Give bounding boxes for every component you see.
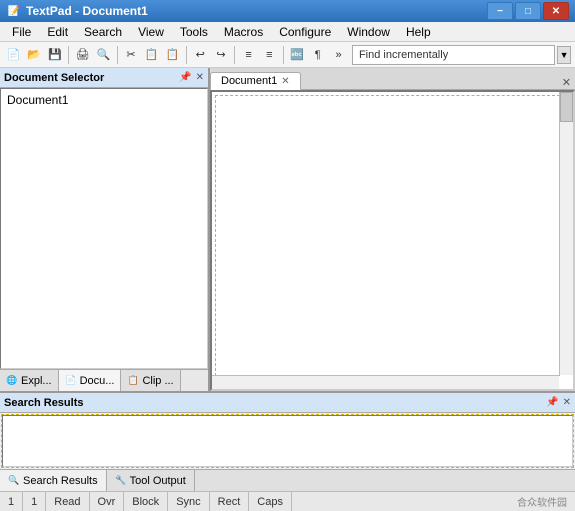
sep2 [117, 46, 118, 64]
doc-tab-label: Document1 [221, 75, 277, 87]
status-caps: Caps [249, 492, 292, 511]
status-rect: Rect [210, 492, 250, 511]
toolbar: 📄 📂 💾 🖨 🔍 ✂ 📋 📋 ↩ ↪ ≡ ≡ 🔤 ¶ » Find incre… [0, 42, 575, 68]
editor-content[interactable] [216, 96, 559, 375]
menu-help[interactable]: Help [398, 23, 439, 41]
find-next-button[interactable]: ▼ [557, 46, 571, 64]
close-panel-button[interactable]: ✕ [196, 72, 204, 83]
search-results-icon: 🔍 [8, 475, 20, 487]
menu-tools[interactable]: Tools [172, 23, 216, 41]
search-results-panel: Search Results 📌 ✕ 🔍 Search Results 🔧 To… [0, 391, 575, 491]
find-bar: Find incrementally [352, 45, 555, 65]
cut-button[interactable]: ✂ [122, 44, 141, 66]
panel-controls: 📌 ✕ [179, 72, 204, 83]
search-controls: 📌 ✕ [546, 397, 571, 408]
tool-output-icon: 🔧 [115, 475, 127, 487]
pin-icon[interactable]: 📌 [179, 72, 191, 83]
search-tab-results-label: Search Results [23, 475, 98, 487]
find-label: Find incrementally [355, 49, 452, 61]
search-close-button[interactable]: ✕ [563, 397, 571, 408]
format-button[interactable]: 🔤 [288, 44, 307, 66]
status-ovr: Ovr [90, 492, 125, 511]
status-bar: 1 1 Read Ovr Block Sync Rect Caps 合众软件园 [0, 491, 575, 511]
doc-tab-close[interactable]: ✕ [281, 76, 289, 87]
find-input[interactable] [452, 49, 552, 61]
paragraph-button[interactable]: ¶ [308, 44, 327, 66]
status-col: 1 [23, 492, 46, 511]
menu-macros[interactable]: Macros [216, 23, 271, 41]
search-header: Search Results 📌 ✕ [0, 393, 575, 413]
maximize-button[interactable]: □ [515, 2, 541, 20]
search-tab-results[interactable]: 🔍 Search Results [0, 470, 107, 491]
clipboard-icon: 📋 [127, 375, 139, 387]
tab-clipboard-label: Clip ... [142, 375, 173, 387]
tab-documents-label: Docu... [80, 375, 115, 387]
menu-edit[interactable]: Edit [39, 23, 76, 41]
new-button[interactable]: 📄 [4, 44, 23, 66]
print-preview-button[interactable]: 🔍 [94, 44, 113, 66]
doc-selector-title: Document Selector [4, 72, 104, 84]
menu-view[interactable]: View [130, 23, 172, 41]
documents-icon: 📄 [65, 375, 77, 387]
right-panel: Document1 ✕ ✕ [210, 68, 575, 391]
doc-selector-header: Document Selector 📌 ✕ [0, 68, 208, 88]
search-tabs: 🔍 Search Results 🔧 Tool Output [0, 469, 575, 491]
left-panel: Document Selector 📌 ✕ Document1 🌐 Expl..… [0, 68, 210, 391]
tab-documents[interactable]: 📄 Docu... [59, 370, 122, 391]
doc-item[interactable]: Document1 [3, 91, 205, 109]
close-button[interactable]: ✕ [543, 2, 569, 20]
menu-configure[interactable]: Configure [271, 23, 339, 41]
redo-button[interactable]: ↪ [212, 44, 231, 66]
right-panel-close-btn[interactable]: ✕ [558, 76, 575, 89]
sep3 [186, 46, 187, 64]
search-tab-output-label: Tool Output [130, 475, 186, 487]
scrollbar-thumb-v[interactable] [560, 92, 573, 122]
panel-tabs: 🌐 Expl... 📄 Docu... 📋 Clip ... [0, 369, 208, 391]
window-controls: − □ ✕ [487, 2, 569, 20]
menu-file[interactable]: File [4, 23, 39, 41]
undo-button[interactable]: ↩ [191, 44, 210, 66]
vertical-scrollbar[interactable] [559, 92, 573, 375]
tab-explorer-label: Expl... [21, 375, 52, 387]
workspace: Document Selector 📌 ✕ Document1 🌐 Expl..… [0, 68, 575, 391]
editor-area[interactable] [210, 90, 575, 391]
doc-tabs: Document1 ✕ ✕ [210, 68, 575, 90]
sep4 [234, 46, 235, 64]
copy-button[interactable]: 📋 [142, 44, 161, 66]
search-pin-icon[interactable]: 📌 [546, 397, 558, 408]
menu-window[interactable]: Window [339, 23, 398, 41]
search-tab-output[interactable]: 🔧 Tool Output [107, 470, 195, 491]
title-bar: 📝 TextPad - Document1 − □ ✕ [0, 0, 575, 22]
explorer-icon: 🌐 [6, 375, 18, 387]
align-right-button[interactable]: ≡ [260, 44, 279, 66]
horizontal-scrollbar[interactable] [212, 375, 559, 389]
more-button[interactable]: » [329, 44, 348, 66]
menu-search[interactable]: Search [76, 23, 130, 41]
align-left-button[interactable]: ≡ [239, 44, 258, 66]
minimize-button[interactable]: − [487, 2, 513, 20]
menu-bar: File Edit Search View Tools Macros Confi… [0, 22, 575, 42]
search-title: Search Results [4, 397, 83, 409]
status-block: Block [124, 492, 168, 511]
status-line: 1 [0, 492, 23, 511]
search-content [2, 415, 573, 467]
save-button[interactable]: 💾 [46, 44, 65, 66]
tab-explorer[interactable]: 🌐 Expl... [0, 370, 59, 391]
print-button[interactable]: 🖨 [73, 44, 92, 66]
doc-tab-0[interactable]: Document1 ✕ [210, 72, 301, 90]
title-text: TextPad - Document1 [26, 4, 487, 18]
sep1 [68, 46, 69, 64]
doc-selector-content[interactable]: Document1 [0, 88, 208, 369]
paste-button[interactable]: 📋 [163, 44, 182, 66]
status-sync: Sync [168, 492, 209, 511]
main-area: Document Selector 📌 ✕ Document1 🌐 Expl..… [0, 68, 575, 491]
status-read: Read [46, 492, 89, 511]
watermark: 合众软件园 [509, 494, 575, 509]
app-icon: 📝 [6, 3, 22, 19]
tab-clipboard[interactable]: 📋 Clip ... [121, 370, 180, 391]
sep5 [283, 46, 284, 64]
open-button[interactable]: 📂 [25, 44, 44, 66]
